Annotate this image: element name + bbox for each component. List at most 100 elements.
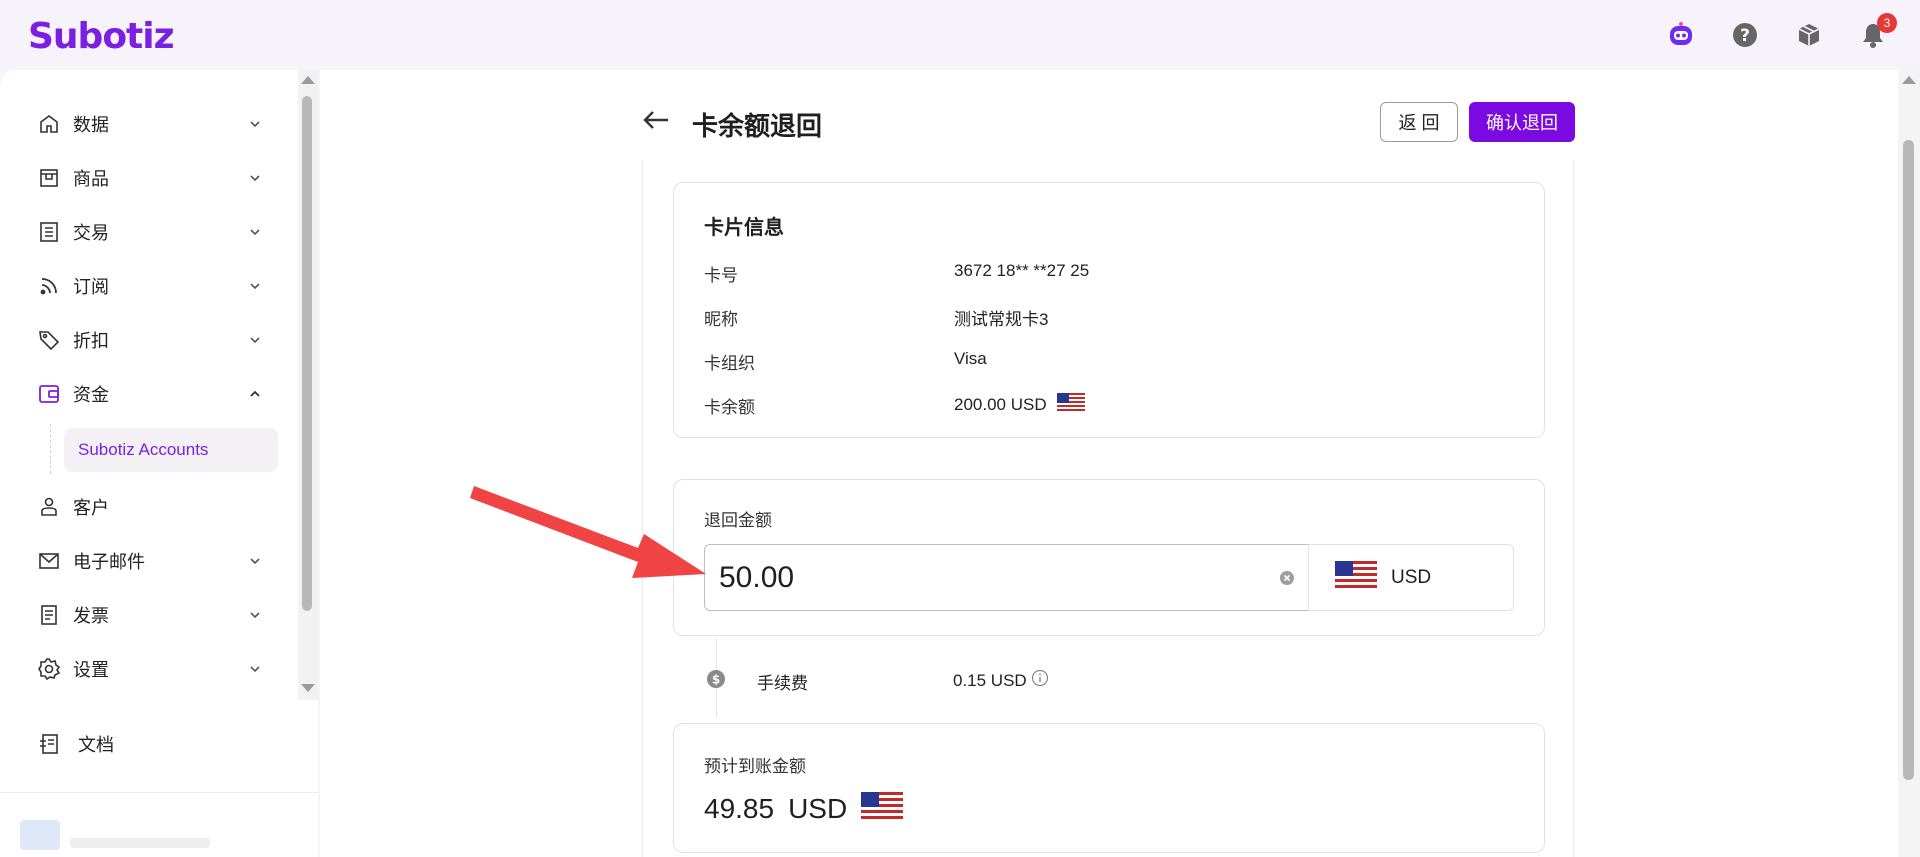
sidebar-item-label: 数据 [73,115,109,135]
info-value: 3672 18** **27 25 [954,261,1089,281]
submenu-connector [50,424,51,474]
sidebar-item-label: 文档 [78,735,114,755]
sidebar-item-label: 商品 [73,169,109,189]
rss-icon [36,273,62,299]
chevron-down-icon [246,169,264,187]
refund-amount-section: 退回金额 USD [673,479,1545,636]
top-bar: Subotiz ? 3 [0,0,1920,70]
sidebar-scrollbar-thumb[interactable] [302,96,312,611]
sidebar-scrollbar[interactable] [298,70,318,700]
sidebar-item-label: 交易 [73,223,109,243]
info-key: 昵称 [704,310,738,329]
dollar-coin-icon: $ [706,669,726,689]
sidebar-item-email[interactable]: 电子邮件 [0,541,300,581]
gear-icon [36,656,62,682]
sidebar-subitem-subotiz-accounts[interactable]: Subotiz Accounts [64,428,278,472]
invoice-icon [36,602,62,628]
sidebar-item-label: 折扣 [73,331,109,351]
info-value: 测试常规卡3 [954,305,1048,330]
sidebar-item-label: 资金 [73,385,109,405]
chevron-down-icon [246,660,264,678]
info-row-card-network: 卡组织 Visa [704,349,1504,373]
card-number-value: 3672 18** **27 25 [954,261,1090,280]
sidebar-item-data[interactable]: 数据 [0,104,300,144]
sidebar-item-subscriptions[interactable]: 订阅 [0,266,300,306]
chevron-down-icon [246,223,264,241]
chevron-down-icon [246,606,264,624]
sidebar-item-funds[interactable]: 资金 [0,374,300,414]
user-icon [36,494,62,520]
balance-value: 200.00 USD [954,394,1047,414]
card-info-title: 卡片信息 [704,217,784,239]
sidebar-item-invoices[interactable]: 发票 [0,595,300,635]
fee-amount: 0.15 USD [953,670,1027,690]
package-icon[interactable] [1794,20,1824,50]
info-row-card-number: 卡号 3672 18** **27 25 [704,261,1504,285]
help-icon[interactable]: ? [1730,20,1760,50]
back-button[interactable]: 返 回 [1380,102,1458,142]
us-flag-icon [1056,393,1085,416]
sidebar-item-label: 客户 [73,498,109,518]
estimated-amount-value: 49.85 USD [704,792,904,826]
wallet-icon [36,381,62,407]
sidebar-item-products[interactable]: 商品 [0,158,300,198]
chevron-down-icon [246,331,264,349]
chevron-down-icon [246,277,264,295]
confirm-refund-button[interactable]: 确认退回 [1469,102,1575,142]
info-value: Visa [954,349,987,369]
annotation-arrow-icon [470,486,706,578]
sidebar-item-label: 发票 [73,606,109,626]
sidebar-item-label: 电子邮件 [73,552,145,572]
currency-code: USD [1391,566,1432,588]
tag-icon [36,327,62,353]
docs-icon [36,731,62,757]
sidebar-item-customers[interactable]: 客户 [0,487,300,527]
chevron-down-icon [246,552,264,570]
nickname-value: 测试常规卡3 [954,310,1049,329]
fee-label: 手续费 [757,674,808,693]
svg-text:$: $ [712,673,720,687]
info-key: 卡号 [704,266,738,285]
store-icon [36,165,62,191]
main-scrollbar[interactable] [1898,70,1920,857]
brand-logo[interactable]: Subotiz [28,16,175,57]
svg-text:?: ? [1740,26,1750,46]
main-scrollbar-thumb[interactable] [1903,140,1914,780]
notification-badge: 3 [1877,13,1897,33]
sidebar-item-transactions[interactable]: 交易 [0,212,300,252]
assistant-robot-icon[interactable] [1666,20,1696,50]
card-info-section: 卡片信息 卡号 3672 18** **27 25 昵称 测试常规卡3 卡组织 … [673,182,1545,438]
notification-bell-icon[interactable]: 3 [1858,13,1897,50]
page-title: 卡余额退回 [692,111,823,141]
estimated-amount: 49.85 [704,793,775,824]
fee-value: 0.15 USD [953,669,1049,692]
estimated-amount-section: 预计到账金额 49.85 USD [673,723,1545,853]
mail-icon [36,548,62,574]
network-value: Visa [954,349,987,368]
sidebar-item-docs[interactable]: 文档 [0,724,300,764]
info-key: 卡余额 [704,398,755,417]
sidebar-item-label: 订阅 [73,277,109,297]
home-icon [36,111,62,137]
sidebar-item-settings[interactable]: 设置 [0,649,300,689]
currency-selector[interactable]: USD [1308,544,1514,611]
chevron-down-icon [246,115,264,133]
account-avatar[interactable] [20,820,60,850]
us-flag-icon [861,792,904,826]
clear-input-icon[interactable] [1279,570,1295,586]
chevron-up-icon [246,385,264,403]
info-icon[interactable] [1031,669,1049,692]
refund-amount-input[interactable] [704,544,1309,611]
estimated-amount-label: 预计到账金额 [704,757,806,776]
back-arrow-icon[interactable] [640,104,672,136]
sidebar-item-label: 设置 [73,660,109,680]
info-value: 200.00 USD [954,393,1085,416]
account-name-redacted [70,838,210,848]
info-row-nickname: 昵称 测试常规卡3 [704,305,1504,329]
info-key: 卡组织 [704,354,755,373]
refund-amount-label: 退回金额 [704,511,772,530]
list-icon [36,219,62,245]
info-row-balance: 卡余额 200.00 USD [704,393,1504,417]
sidebar-item-discounts[interactable]: 折扣 [0,320,300,360]
us-flag-icon [1335,561,1377,594]
